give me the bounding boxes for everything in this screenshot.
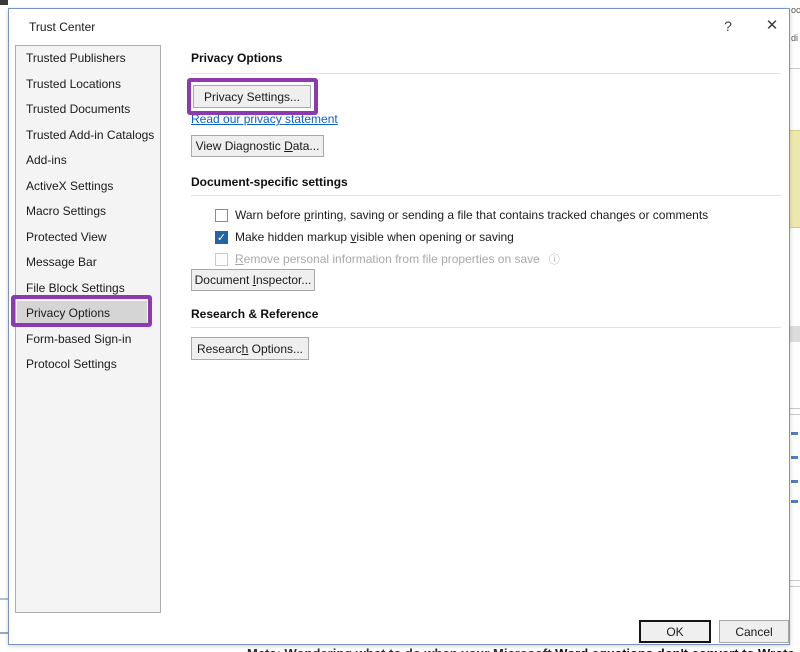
section-divider <box>191 195 781 196</box>
button-label-part: ata... <box>293 139 320 153</box>
button-label-part: Document <box>195 273 253 287</box>
checkbox-label: Remove personal information from file pr… <box>235 252 540 266</box>
checkbox-label: Warn before printing, saving or sending … <box>235 208 708 222</box>
sidebar-item-add-ins[interactable]: Add-ins <box>16 148 160 174</box>
background-link-fragment <box>791 500 798 503</box>
background-divider <box>790 68 800 69</box>
dialog-title: Trust Center <box>29 20 95 34</box>
label-mnemonic: p <box>304 208 311 222</box>
warn-before-printing-checkbox[interactable] <box>215 209 228 222</box>
background-gray-block <box>790 326 800 342</box>
background-dark-fragment <box>0 0 8 5</box>
background-link-fragment <box>791 480 798 483</box>
label-part: rinting, saving or sending a file that c… <box>311 208 709 222</box>
button-label-part: nspector... <box>256 273 311 287</box>
remove-personal-information-checkbox-row: Remove personal information from file pr… <box>215 249 560 269</box>
info-icon: ⓘ <box>549 251 560 267</box>
sidebar-item-protected-view[interactable]: Protected View <box>16 225 160 251</box>
sidebar-item-macro-settings[interactable]: Macro Settings <box>16 199 160 225</box>
background-yellow-highlight <box>790 130 800 228</box>
make-hidden-markup-visible-checkbox-row: ✓ Make hidden markup visible when openin… <box>215 227 514 247</box>
sidebar-item-privacy-options[interactable]: Privacy Options <box>17 301 147 327</box>
sidebar-item-trusted-add-in-catalogs[interactable]: Trusted Add-in Catalogs <box>16 123 160 149</box>
background-headline-text: Meta: Wondering what to do when your Mic… <box>247 646 795 652</box>
label-part: isible when opening or saving <box>356 230 513 244</box>
sidebar-item-trusted-publishers[interactable]: Trusted Publishers <box>16 46 160 72</box>
button-label-part: Researc <box>197 342 242 356</box>
background-divider <box>790 408 800 409</box>
cancel-button[interactable]: Cancel <box>719 620 789 643</box>
background-page-right-sliver: oc di <box>790 0 800 652</box>
background-page-bottom-strip: Meta: Wondering what to do when your Mic… <box>0 645 800 652</box>
sidebar-item-protocol-settings[interactable]: Protocol Settings <box>16 352 160 378</box>
button-mnemonic: D <box>284 139 293 153</box>
background-line <box>0 632 8 634</box>
sidebar-item-message-bar[interactable]: Message Bar <box>16 250 160 276</box>
sidebar-item-file-block-settings[interactable]: File Block Settings <box>16 276 160 302</box>
button-label-part: View Diagnostic <box>196 139 285 153</box>
background-link-fragment <box>791 456 798 459</box>
sidebar-item-trusted-documents[interactable]: Trusted Documents <box>16 97 160 123</box>
background-headline-regular: Meta: Wondering what to do when your Mic… <box>247 646 552 652</box>
document-inspector-button[interactable]: Document Inspector... <box>191 269 315 291</box>
research-options-button[interactable]: Research Options... <box>191 337 309 360</box>
background-divider <box>790 580 800 581</box>
background-link-fragment <box>791 432 798 435</box>
trust-center-dialog: Trust Center ? ✕ Trusted Publishers Trus… <box>8 8 790 645</box>
category-list: Trusted Publishers Trusted Locations Tru… <box>15 45 161 613</box>
warn-before-printing-checkbox-row: Warn before printing, saving or sending … <box>215 205 708 225</box>
background-headline-bold: Word equations don't convert to Wrote <box>555 646 795 652</box>
remove-personal-information-checkbox <box>215 253 228 266</box>
background-text-fragment: di <box>791 33 798 43</box>
label-part: Make hidden markup <box>235 230 350 244</box>
background-line <box>0 598 8 600</box>
sidebar-item-form-based-sign-in[interactable]: Form-based Sign-in <box>16 327 160 353</box>
privacy-options-heading: Privacy Options <box>191 51 282 65</box>
label-part: Warn before <box>235 208 304 222</box>
privacy-settings-button[interactable]: Privacy Settings... <box>193 85 311 108</box>
background-text-fragment: oc <box>791 5 800 15</box>
view-diagnostic-data-button[interactable]: View Diagnostic Data... <box>191 135 324 157</box>
background-page-left-sliver <box>0 0 8 652</box>
close-icon[interactable]: ✕ <box>761 16 783 36</box>
section-divider <box>191 73 781 74</box>
ok-button[interactable]: OK <box>639 620 711 643</box>
button-label-part: Options... <box>248 342 303 356</box>
section-divider <box>191 327 781 328</box>
privacy-statement-link[interactable]: Read our privacy statement <box>191 112 338 126</box>
sidebar-item-activex-settings[interactable]: ActiveX Settings <box>16 174 160 200</box>
help-icon[interactable]: ? <box>717 16 739 36</box>
checkbox-label: Make hidden markup visible when opening … <box>235 230 514 244</box>
background-divider <box>790 586 800 587</box>
research-reference-heading: Research & Reference <box>191 307 318 321</box>
make-hidden-markup-visible-checkbox[interactable]: ✓ <box>215 231 228 244</box>
background-divider <box>790 414 800 415</box>
sidebar-item-trusted-locations[interactable]: Trusted Locations <box>16 72 160 98</box>
label-part: emove personal information from file pro… <box>244 252 540 266</box>
label-mnemonic: R <box>235 252 244 266</box>
document-specific-settings-heading: Document-specific settings <box>191 175 348 189</box>
